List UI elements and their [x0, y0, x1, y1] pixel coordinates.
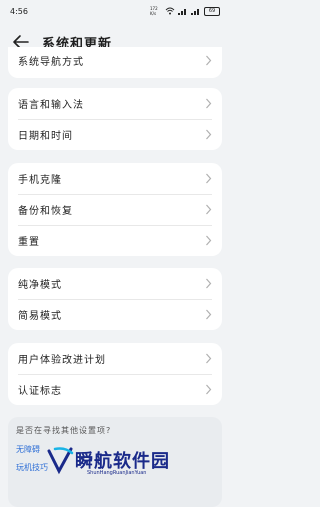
settings-card-language: 语言和输入法 日期和时间 [8, 88, 222, 150]
chevron-right-icon [206, 173, 212, 184]
row-backup-restore[interactable]: 备份和恢复 [8, 194, 222, 225]
row-label: 纯净模式 [18, 280, 62, 291]
row-reset[interactable]: 重置 [8, 225, 222, 256]
row-label: 认证标志 [18, 386, 62, 397]
signal-icon-2 [191, 8, 201, 15]
row-user-experience[interactable]: 用户体验改进计划 [8, 343, 222, 374]
chevron-right-icon [206, 309, 212, 320]
settings-card-navigation: 系统导航方式 [8, 47, 222, 78]
chevron-right-icon [206, 204, 212, 215]
row-pure-mode[interactable]: 纯净模式 [8, 268, 222, 299]
row-label: 系统导航方式 [18, 57, 84, 68]
row-language-input[interactable]: 语言和输入法 [8, 88, 222, 119]
status-time: 4:56 [10, 7, 28, 16]
chevron-right-icon [206, 384, 212, 395]
row-phone-clone[interactable]: 手机克隆 [8, 163, 222, 194]
row-label: 重置 [18, 237, 40, 248]
row-system-navigation[interactable]: 系统导航方式 [8, 47, 222, 78]
row-date-time[interactable]: 日期和时间 [8, 119, 222, 150]
settings-card-backup: 手机克隆 备份和恢复 重置 [8, 163, 222, 256]
row-certification[interactable]: 认证标志 [8, 374, 222, 405]
link-accessibility[interactable]: 无障碍 [16, 444, 40, 455]
watermark: 瞬航软件园 ShunHangRuanJianYuan [45, 443, 195, 483]
signal-icon-1 [178, 8, 188, 15]
suggestion-question: 是否在寻找其他设置项? [16, 426, 112, 435]
wifi-icon [165, 7, 175, 15]
chevron-right-icon [206, 98, 212, 109]
status-icons: 172 K/s 69 [150, 6, 220, 16]
row-label: 手机克隆 [18, 175, 62, 186]
row-label: 语言和输入法 [18, 100, 84, 111]
row-label: 日期和时间 [18, 131, 73, 142]
net-speed: 172 K/s [150, 6, 158, 16]
chevron-right-icon [206, 278, 212, 289]
chevron-right-icon [206, 353, 212, 364]
battery-icon: 69 [204, 6, 220, 16]
row-label: 备份和恢复 [18, 206, 73, 217]
chevron-right-icon [206, 235, 212, 246]
status-bar: 4:56 172 K/s 69 [0, 0, 230, 22]
settings-card-certification: 用户体验改进计划 认证标志 [8, 343, 222, 405]
settings-card-modes: 纯净模式 简易模式 [8, 268, 222, 330]
link-tips[interactable]: 玩机技巧 [16, 462, 48, 473]
chevron-right-icon [206, 129, 212, 140]
row-label: 简易模式 [18, 311, 62, 322]
chevron-right-icon [206, 55, 212, 66]
watermark-subtext: ShunHangRuanJianYuan [87, 470, 147, 476]
row-simple-mode[interactable]: 简易模式 [8, 299, 222, 330]
row-label: 用户体验改进计划 [18, 355, 106, 366]
watermark-logo-icon [47, 447, 74, 475]
